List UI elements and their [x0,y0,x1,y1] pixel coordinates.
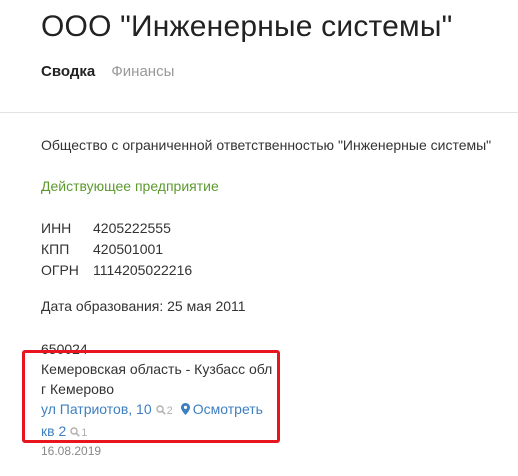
apartment-count-value: 1 [81,427,88,439]
company-title: ООО "Инженерные системы" [41,10,453,43]
tab-summary[interactable]: Сводка [41,63,95,80]
search-icon [155,405,166,415]
address-region: Кемеровская область - Кузбасс обл [41,361,273,377]
address-block: 650024 Кемеровская область - Кузбасс обл… [41,339,272,443]
requisite-value: 1114205022216 [93,262,193,278]
map-marker-icon [180,403,190,415]
record-date: 16.08.2019 [41,444,102,458]
requisite-kpp: КПП 420501001 [41,239,192,260]
tab-finance[interactable]: Финансы [111,63,174,80]
founded-date: Дата образования: 25 мая 2011 [41,298,246,314]
requisite-value: 4205222555 [93,220,171,236]
map-view-link[interactable]: Осмотреть [180,401,263,417]
search-icon [70,427,81,437]
address-city: г Кемерово [41,381,114,397]
requisite-value: 420501001 [93,241,164,257]
requisite-label: ИНН [41,220,72,236]
apartment-search-count[interactable]: 1 [70,427,87,439]
street-count-value: 2 [166,405,173,417]
map-view-label: Осмотреть [192,401,263,417]
postal-code: 650024 [41,341,88,357]
requisite-ogrn: ОГРН 1114205022216 [41,260,192,281]
tab-bar: Сводка Финансы [41,63,174,83]
address-street-line: ул Патриотов, 10 2 Осмотреть [41,399,272,421]
company-full-name: Общество с ограниченной ответственностью… [41,137,492,153]
requisite-label: ОГРН [41,262,79,278]
address-apartment-line: кв 2 1 [41,421,272,443]
street-search-count[interactable]: 2 [155,405,173,417]
company-status: Действующее предприятие [41,178,219,194]
requisite-inn: ИНН 4205222555 [41,218,192,239]
street-link[interactable]: ул Патриотов, 10 [41,401,152,417]
header-divider [0,112,518,113]
requisites-list: ИНН 4205222555 КПП 420501001 ОГРН 111420502… [41,218,192,281]
requisite-label: КПП [41,241,70,257]
apartment-link[interactable]: кв 2 [41,423,66,439]
